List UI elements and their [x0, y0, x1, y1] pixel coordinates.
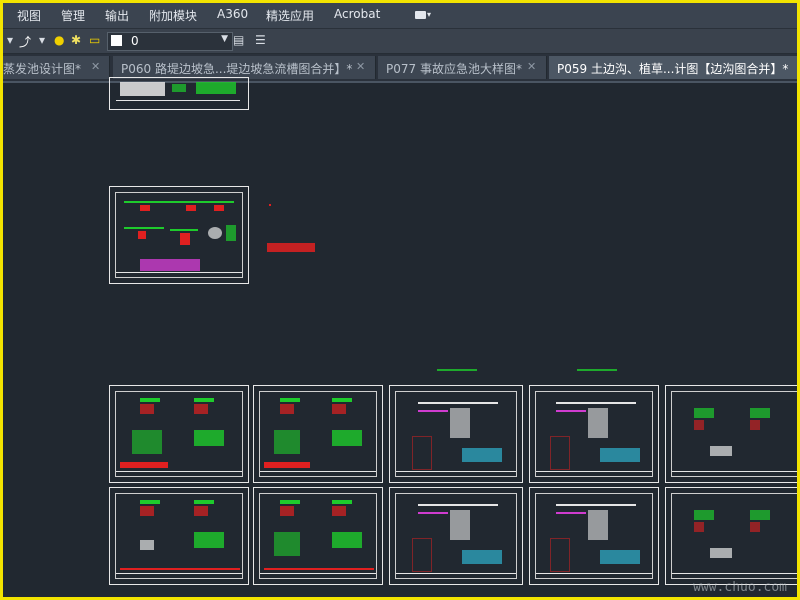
overflow-menu-icon[interactable]: ☰	[255, 33, 266, 47]
menu-output[interactable]: 输出	[105, 7, 129, 24]
red-annotation-block	[267, 243, 315, 252]
drawing-sheet[interactable]	[665, 487, 797, 585]
color-swatch	[111, 35, 122, 46]
ribbon-menu-bar: 视图 管理 输出 附加模块 A360 精选应用 Acrobat ▾	[3, 3, 797, 29]
drawing-sheet[interactable]	[665, 385, 797, 483]
close-tab-icon[interactable]: ✕	[91, 60, 100, 73]
drawing-sheet[interactable]	[389, 385, 523, 483]
menu-a360[interactable]: A360	[217, 7, 248, 21]
menu-acrobat[interactable]: Acrobat	[334, 7, 380, 21]
close-tab-icon[interactable]: ✕	[356, 60, 365, 73]
dropdown-arrow-icon[interactable]: ▾	[39, 33, 45, 47]
drawing-sheet[interactable]	[109, 186, 249, 284]
red-mark	[269, 204, 271, 206]
tab-p059[interactable]: P059 土边沟、植草...计图【边沟图合并】*	[549, 56, 797, 79]
menu-addins[interactable]: 附加模块	[149, 7, 197, 24]
lightbulb-icon[interactable]: ●	[54, 33, 64, 47]
lock-icon[interactable]: ▭	[89, 33, 100, 47]
layer-properties-icon[interactable]: ▤	[233, 33, 244, 47]
layer-dropdown-icon[interactable]: ▼	[221, 34, 228, 44]
drawing-sheet[interactable]	[253, 385, 383, 483]
green-label	[577, 369, 617, 371]
drawing-sheet[interactable]	[109, 487, 249, 585]
tab-p060[interactable]: P060 路堤边坡急...堤边坡急流槽图合并】* ✕	[113, 56, 376, 79]
layer-dropdown[interactable]: 0 ▼	[107, 32, 233, 51]
drawing-sheet[interactable]	[253, 487, 383, 585]
tab-p077[interactable]: P077 事故应急池大样图* ✕	[378, 56, 547, 79]
autocad-window: 视图 管理 输出 附加模块 A360 精选应用 Acrobat ▾ ▾ ⤴ ▾ …	[3, 3, 797, 597]
sun-icon[interactable]: ✱	[71, 33, 81, 47]
drawing-sheet[interactable]	[109, 77, 249, 110]
drawing-canvas[interactable]: www.chuo.com	[3, 77, 797, 597]
drawing-sheet[interactable]	[529, 487, 659, 585]
close-tab-icon[interactable]: ✕	[527, 60, 536, 73]
green-label	[437, 369, 477, 371]
polyline-icon[interactable]: ⤴	[19, 33, 31, 50]
layer-properties-toolbar: ▾ ⤴ ▾ ● ✱ ▭ 0 ▼ ▤ ☰	[3, 29, 797, 54]
menu-featured-apps[interactable]: 精选应用	[266, 7, 314, 24]
drawing-sheet[interactable]	[109, 385, 249, 483]
drawing-sheet[interactable]	[529, 385, 659, 483]
mail-icon[interactable]	[415, 11, 426, 19]
layer-name: 0	[131, 34, 139, 48]
mail-dropdown-icon[interactable]: ▾	[427, 10, 431, 19]
menu-manage[interactable]: 管理	[61, 7, 85, 24]
watermark: www.chuo.com	[693, 580, 787, 595]
menu-view[interactable]: 视图	[17, 7, 41, 24]
tab-evaporation-pond[interactable]: 蒸发池设计图* ✕	[3, 56, 110, 79]
dropdown-arrow-icon[interactable]: ▾	[7, 33, 13, 47]
drawing-sheet[interactable]	[389, 487, 523, 585]
